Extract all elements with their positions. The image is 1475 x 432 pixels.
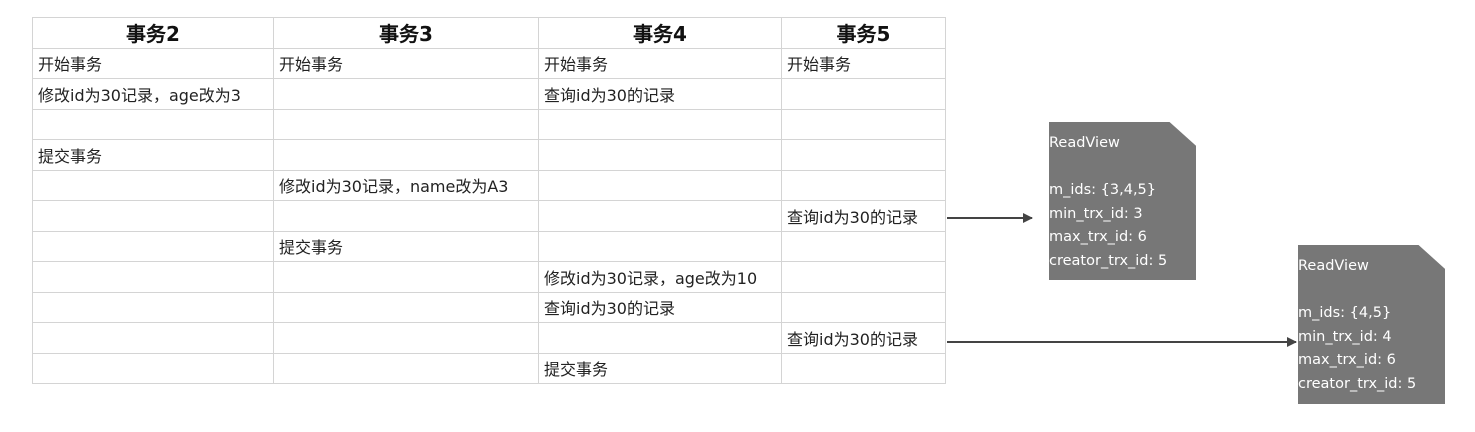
readview-creator-trx-id: creator_trx_id: 5 (1049, 252, 1168, 269)
readview-m-ids: m_ids: {3,4,5} (1049, 182, 1157, 198)
readview-box-1: ReadView m_ids: {3,4,5} min_trx_id: 3 ma… (1049, 122, 1196, 280)
readview-min-trx-id: min_trx_id: 4 (1298, 328, 1392, 345)
readview-title: ReadView (1049, 135, 1120, 151)
readview-min-trx-id: min_trx_id: 3 (1049, 205, 1143, 222)
readview-title: ReadView (1298, 258, 1369, 274)
readview-creator-trx-id: creator_trx_id: 5 (1298, 375, 1417, 392)
readview-m-ids: m_ids: {4,5} (1298, 305, 1392, 321)
readview-box-2: ReadView m_ids: {4,5} min_trx_id: 4 max_… (1298, 245, 1445, 404)
readview-max-trx-id: max_trx_id: 6 (1298, 352, 1396, 368)
readview-max-trx-id: max_trx_id: 6 (1049, 229, 1147, 245)
arrows (947, 213, 1297, 347)
